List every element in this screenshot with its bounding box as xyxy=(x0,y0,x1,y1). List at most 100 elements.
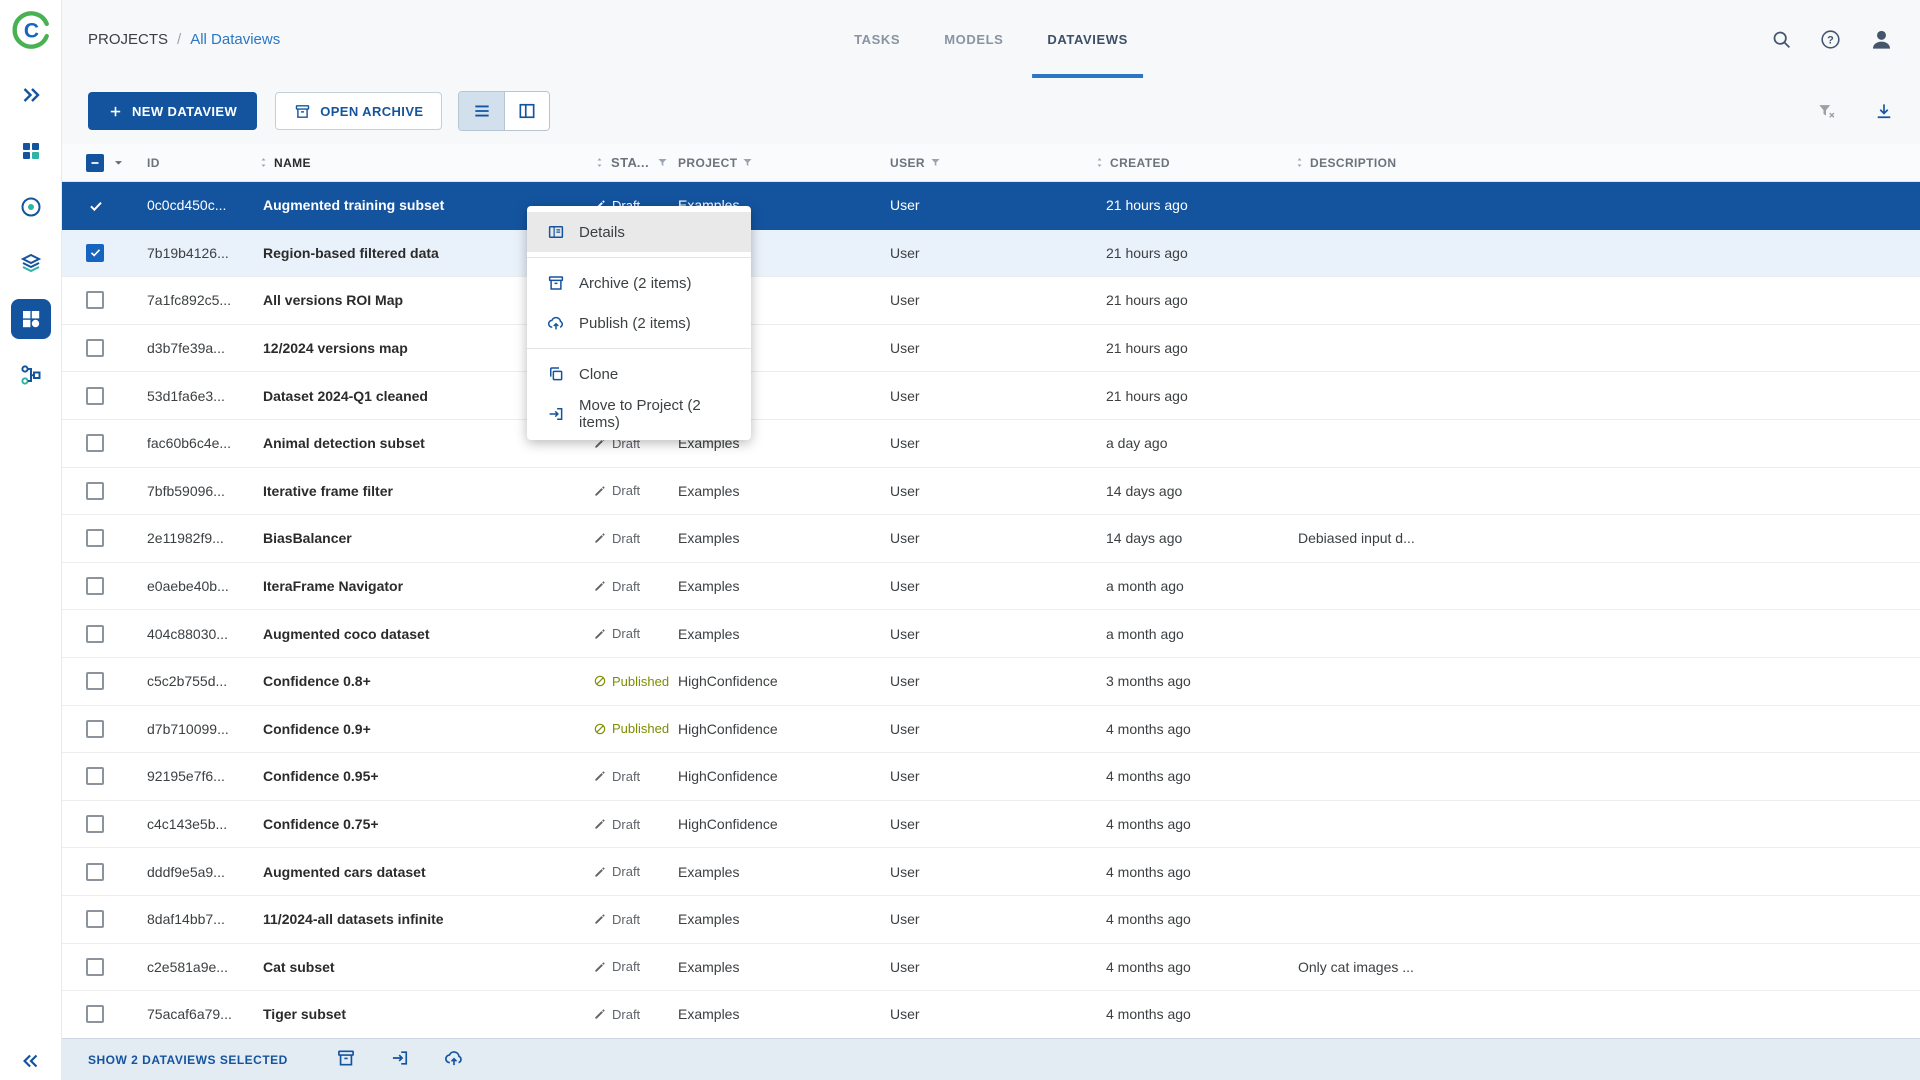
table-row[interactable]: 7a1fc892c5...All versions ROI MapDraftEx… xyxy=(62,277,1920,325)
table-view-toggle[interactable] xyxy=(459,92,504,130)
column-header-project[interactable]: PROJECT xyxy=(669,156,875,170)
cell-created: 4 months ago xyxy=(1090,816,1290,832)
table-row[interactable]: c2e581a9e...Cat subsetDraftExamplesUser4… xyxy=(62,944,1920,992)
row-checkbox[interactable] xyxy=(86,291,104,309)
row-checkbox[interactable] xyxy=(86,863,104,881)
sort-icon[interactable] xyxy=(593,156,606,169)
cell-user: User xyxy=(875,483,1090,499)
cell-created: 4 months ago xyxy=(1090,1006,1290,1022)
menu-item-clone[interactable]: Clone xyxy=(527,354,751,394)
column-header-name[interactable]: NAME xyxy=(255,156,585,170)
tab-models[interactable]: MODELS xyxy=(929,0,1018,78)
split-view-toggle[interactable] xyxy=(504,92,549,130)
table-row[interactable]: 2e11982f9...BiasBalancerDraftExamplesUse… xyxy=(62,515,1920,563)
column-header-select[interactable] xyxy=(62,154,135,172)
filter-icon[interactable] xyxy=(656,156,669,169)
column-header-status[interactable]: STATUS xyxy=(585,155,669,170)
tab-tasks[interactable]: TASKS xyxy=(839,0,915,78)
column-header-desc[interactable]: DESCRIPTION xyxy=(1290,156,1920,170)
filter-icon[interactable] xyxy=(929,156,942,169)
row-checkbox[interactable] xyxy=(86,672,104,690)
row-checkbox[interactable] xyxy=(86,339,104,357)
cell-created: 4 months ago xyxy=(1090,721,1290,737)
new-dataview-button[interactable]: NEW DATAVIEW xyxy=(88,92,257,130)
row-checkbox[interactable] xyxy=(86,767,104,785)
footer-actions xyxy=(336,1048,464,1071)
table-row[interactable]: 53d1fa6e3...Dataset 2024-Q1 cleanedDraft… xyxy=(62,372,1920,420)
row-checkbox[interactable] xyxy=(86,1005,104,1023)
cell-name: Confidence 0.8+ xyxy=(255,673,585,689)
row-checkbox[interactable] xyxy=(86,529,104,547)
dashboard-icon[interactable] xyxy=(11,131,51,171)
clearml-logo-icon[interactable]: C xyxy=(10,9,52,51)
sort-icon[interactable] xyxy=(1093,156,1106,169)
column-header-created[interactable]: CREATED xyxy=(1090,156,1290,170)
publish-icon[interactable] xyxy=(444,1048,464,1071)
move-icon[interactable] xyxy=(390,1048,410,1071)
breadcrumb-projects[interactable]: PROJECTS xyxy=(88,31,168,48)
table-row[interactable]: 7b19b4126...Region-based filtered dataDr… xyxy=(62,230,1920,278)
sort-icon[interactable] xyxy=(1293,156,1306,169)
table-row[interactable]: dddf9e5a9...Augmented cars datasetDraftE… xyxy=(62,848,1920,896)
quickstart-icon[interactable] xyxy=(11,75,51,115)
projects-icon[interactable] xyxy=(11,187,51,227)
datasets-icon[interactable] xyxy=(11,243,51,283)
breadcrumb-current[interactable]: All Dataviews xyxy=(190,31,280,48)
table-row[interactable]: 92195e7f6...Confidence 0.95+DraftHighCon… xyxy=(62,753,1920,801)
row-checkbox[interactable] xyxy=(86,958,104,976)
filter-icon[interactable] xyxy=(741,156,754,169)
caret-down-icon[interactable] xyxy=(110,154,127,171)
archive-icon[interactable] xyxy=(336,1048,356,1071)
collapse-icon[interactable] xyxy=(20,1050,42,1072)
row-checkbox[interactable] xyxy=(86,625,104,643)
table-row[interactable]: e0aebe40b...IteraFrame NavigatorDraftExa… xyxy=(62,563,1920,611)
row-checkbox[interactable] xyxy=(86,910,104,928)
table-row[interactable]: 0c0cd450c...Augmented training subsetDra… xyxy=(62,182,1920,230)
toolbar-right xyxy=(1816,101,1894,121)
tab-dataviews[interactable]: DATAVIEWS xyxy=(1032,0,1143,78)
row-checkbox[interactable] xyxy=(86,720,104,738)
cell-name: Augmented coco dataset xyxy=(255,626,585,642)
column-header-id[interactable]: ID xyxy=(135,156,255,170)
table-row[interactable]: 404c88030...Augmented coco datasetDraftE… xyxy=(62,610,1920,658)
table-row[interactable]: d3b7fe39a...12/2024 versions mapDraftExa… xyxy=(62,325,1920,373)
search-icon[interactable] xyxy=(1771,29,1792,50)
row-checkbox[interactable] xyxy=(86,577,104,595)
download-icon[interactable] xyxy=(1874,101,1894,121)
open-archive-button[interactable]: OPEN ARCHIVE xyxy=(275,92,442,130)
filter-reset-icon[interactable] xyxy=(1816,101,1836,121)
row-checkbox[interactable] xyxy=(86,815,104,833)
select-all-checkbox[interactable] xyxy=(86,154,104,172)
hyperdatasets-icon[interactable] xyxy=(11,299,51,339)
pipelines-icon[interactable] xyxy=(11,355,51,395)
help-icon[interactable]: ? xyxy=(1820,29,1841,50)
menu-item-publish-2-items[interactable]: Publish (2 items) xyxy=(527,303,751,343)
avatar-icon[interactable] xyxy=(1869,27,1894,52)
table-row[interactable]: 75acaf6a79...Tiger subsetDraftExamplesUs… xyxy=(62,991,1920,1038)
row-checkbox[interactable] xyxy=(86,196,104,214)
table-row[interactable]: 7bfb59096...Iterative frame filterDraftE… xyxy=(62,468,1920,516)
menu-item-move-to-project-2-items[interactable]: Move to Project (2 items) xyxy=(527,394,751,434)
svg-text:C: C xyxy=(23,19,38,42)
table-row[interactable]: c4c143e5b...Confidence 0.75+DraftHighCon… xyxy=(62,801,1920,849)
column-label: STATUS xyxy=(611,155,651,170)
draft-icon xyxy=(593,817,607,831)
cell-id: c4c143e5b... xyxy=(135,816,255,832)
table-row[interactable]: d7b710099...Confidence 0.9+PublishedHigh… xyxy=(62,706,1920,754)
row-checkbox[interactable] xyxy=(86,387,104,405)
table-row[interactable]: fac60b6c4e...Animal detection subsetDraf… xyxy=(62,420,1920,468)
row-checkbox[interactable] xyxy=(86,434,104,452)
column-header-user[interactable]: USER xyxy=(875,156,1090,170)
draft-icon xyxy=(593,1007,607,1021)
cell-status: Published xyxy=(585,721,669,736)
row-checkbox[interactable] xyxy=(86,244,104,262)
table-row[interactable]: 8daf14bb7...11/2024-all datasets infinit… xyxy=(62,896,1920,944)
row-checkbox[interactable] xyxy=(86,482,104,500)
selection-summary[interactable]: SHOW 2 DATAVIEWS SELECTED xyxy=(88,1053,288,1067)
cell-user: User xyxy=(875,197,1090,213)
menu-item-details[interactable]: Details xyxy=(527,212,751,252)
sort-icon[interactable] xyxy=(257,156,270,169)
cell-status: Draft xyxy=(585,626,669,641)
table-row[interactable]: c5c2b755d...Confidence 0.8+PublishedHigh… xyxy=(62,658,1920,706)
menu-item-archive-2-items[interactable]: Archive (2 items) xyxy=(527,263,751,303)
